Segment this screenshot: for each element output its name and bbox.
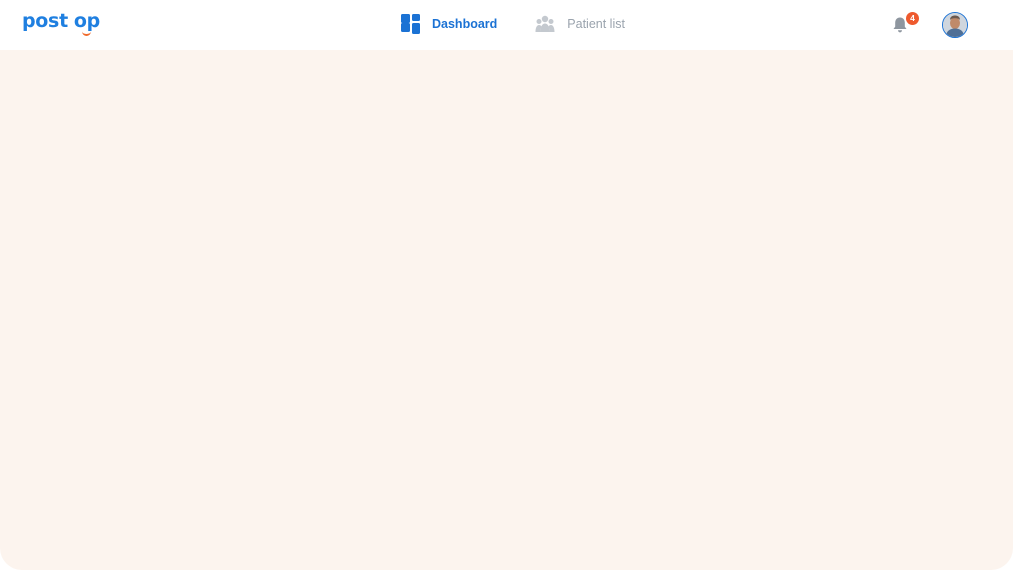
postop-logo[interactable]: post op	[22, 10, 100, 40]
avatar-image	[943, 13, 967, 37]
nav-item-patient-list[interactable]: Patient list	[535, 14, 625, 34]
nav-item-dashboard[interactable]: Dashboard	[401, 14, 497, 34]
main-content-area	[0, 50, 1013, 570]
logo-word-post: post	[22, 10, 68, 32]
dashboard-grid-icon	[401, 14, 420, 34]
people-icon	[535, 15, 555, 32]
top-navigation-bar: post op Dashboard Patient list 4	[0, 0, 1013, 50]
logo-smile-mark	[81, 29, 91, 36]
nav-item-patient-list-label: Patient list	[567, 17, 625, 31]
main-navigation: Dashboard Patient list	[401, 14, 625, 34]
notification-count-badge: 4	[906, 12, 919, 25]
nav-item-dashboard-label: Dashboard	[432, 17, 498, 31]
user-avatar[interactable]	[942, 12, 968, 38]
logo-word-op: op	[74, 10, 100, 36]
